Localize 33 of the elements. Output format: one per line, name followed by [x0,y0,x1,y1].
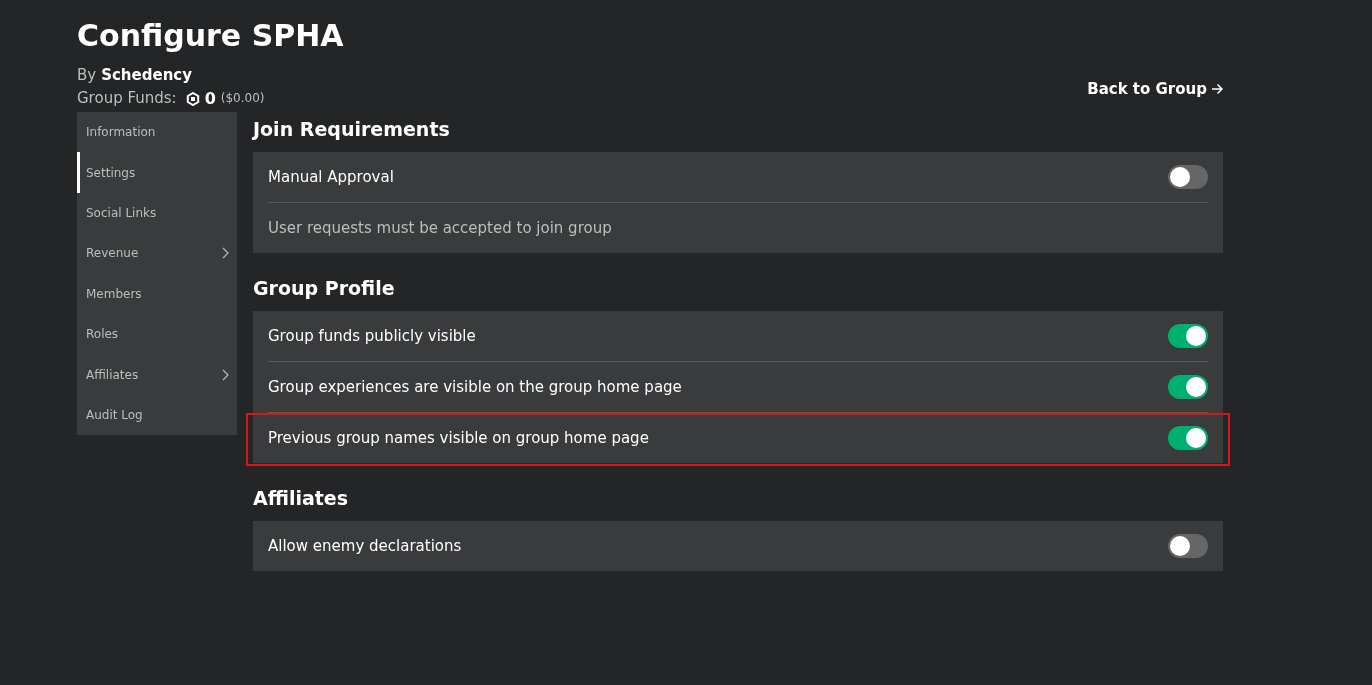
section-title: Group Profile [253,276,396,301]
section-title: Join Requirements [253,117,451,142]
setting-label: Previous group names visible on group home page [268,429,649,447]
setting-description: User requests must be accepted to join group [268,219,612,237]
toggle-switch[interactable] [1168,534,1208,558]
setting-label: Manual Approval [268,168,394,186]
setting-label: Group experiences are visible on the group home page [268,378,682,396]
sidebar-item[interactable]: Roles [77,313,237,355]
funds-label: Group Funds: [77,88,177,109]
page-title: Configure SPHA [77,17,344,55]
toggle-switch[interactable] [1168,324,1208,348]
chevron-right-icon [222,247,229,260]
sidebar-item[interactable]: Information [77,112,237,153]
setting-label: Allow enemy declarations [268,537,462,555]
sidebar-item[interactable]: Audit Log [77,394,237,436]
section-title: Affiliates [253,486,350,511]
robux-icon [185,91,200,106]
by-label: By [77,65,97,86]
sidebar-item[interactable]: Revenue [77,233,237,274]
toggle-switch[interactable] [1168,165,1208,189]
funds-usd: ($0.00) [220,90,265,107]
toggle-switch[interactable] [1168,375,1208,399]
owner-link[interactable]: Schedency [101,64,192,87]
chevron-right-icon [222,368,229,381]
setting-label: Group funds publicly visible [268,327,476,345]
sidebar-item[interactable]: Social Links [77,192,237,234]
sidebar-item[interactable]: Affiliates [77,354,237,395]
toggle-switch[interactable] [1168,426,1208,450]
arrow-right-icon [1211,83,1223,95]
sidebar-item[interactable]: Settings [77,152,237,193]
back-to-group-link[interactable]: Back to Group [1087,80,1223,98]
funds-amount: 0 [204,88,216,110]
sidebar-item[interactable]: Members [77,273,237,314]
